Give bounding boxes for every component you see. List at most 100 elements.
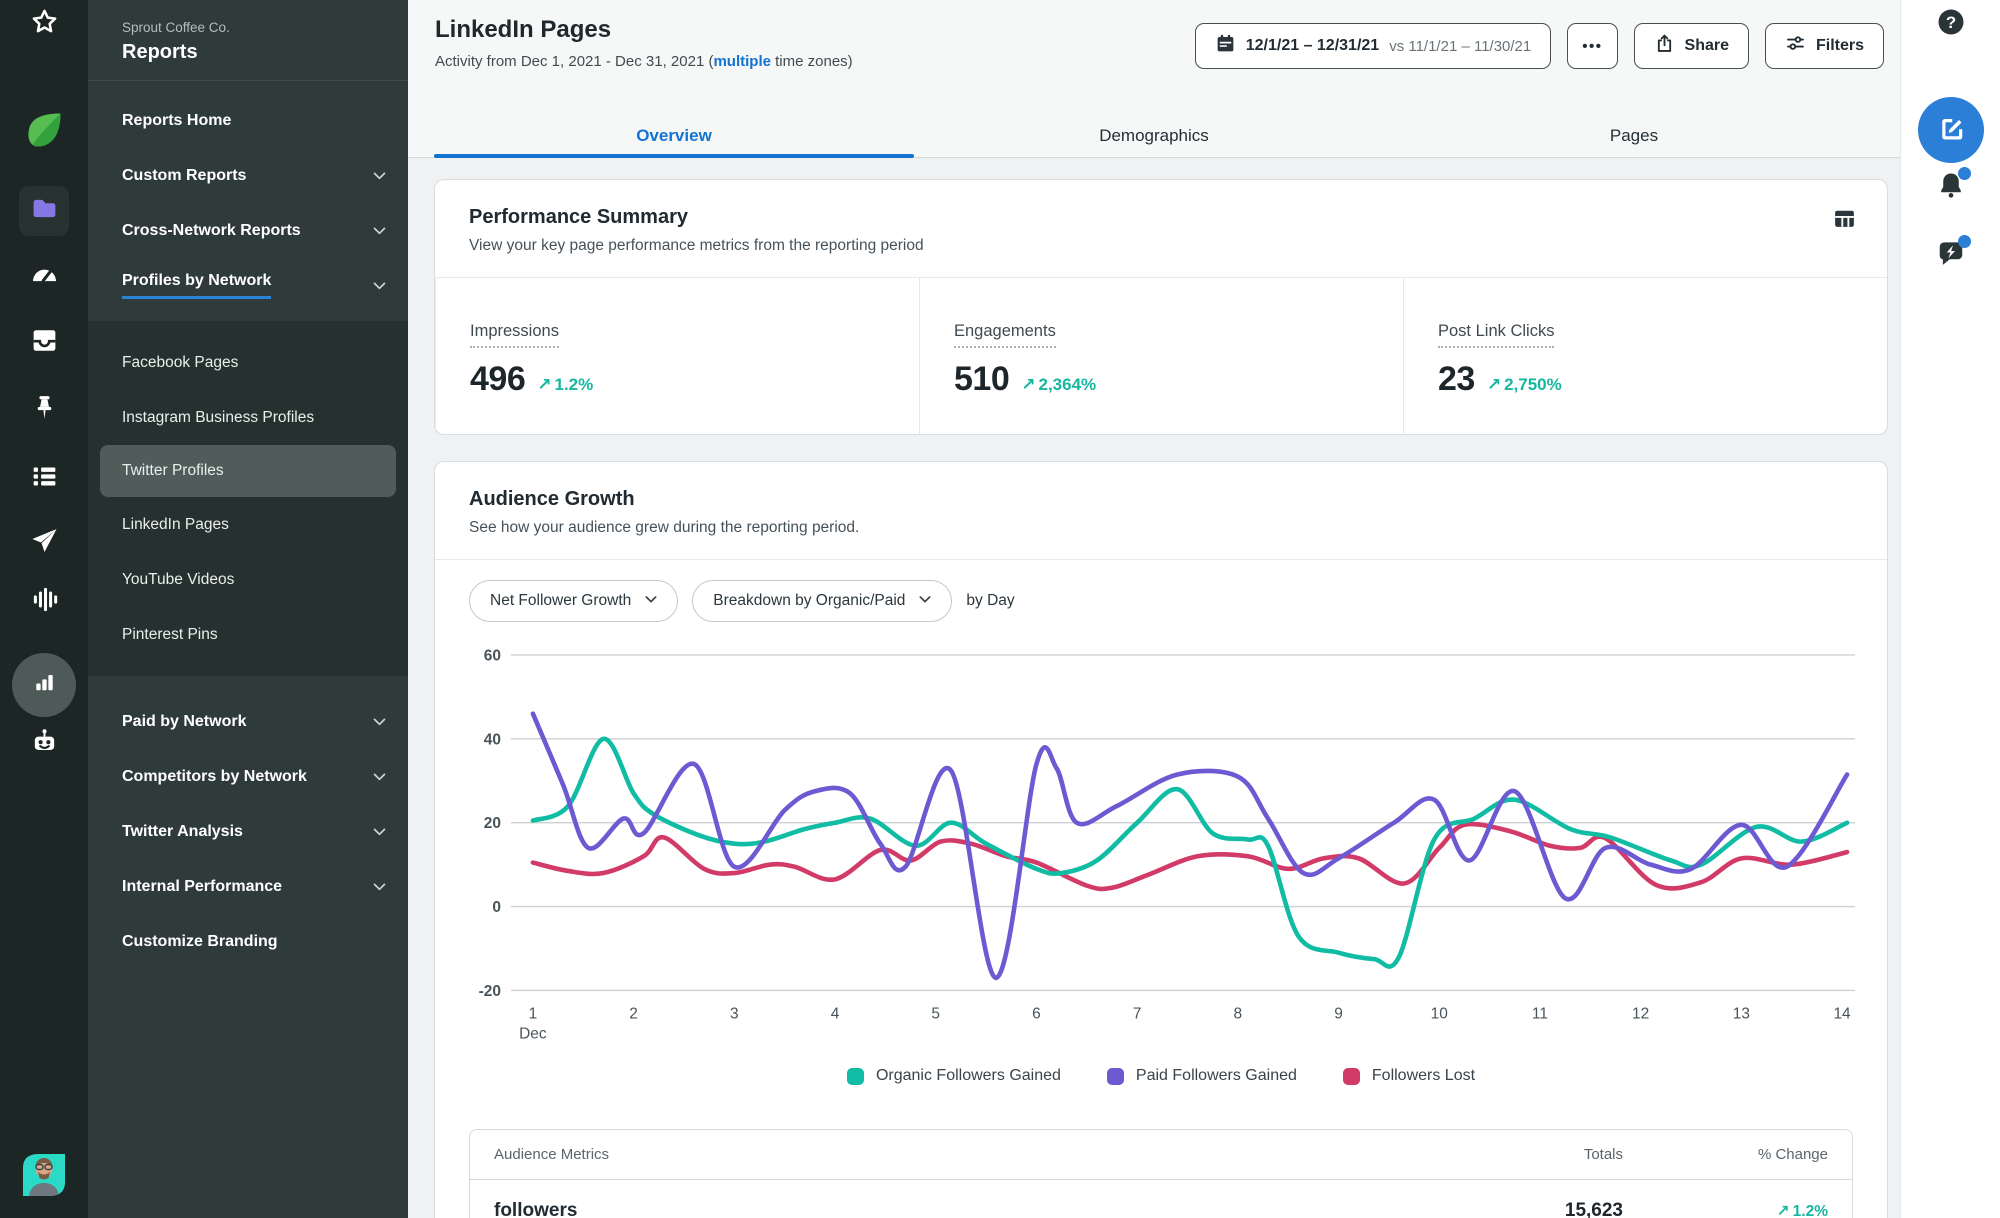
sidebar-nav-top: Reports Home Custom Reports Cross-Networ…: [88, 81, 408, 313]
legend-swatch: [1107, 1068, 1124, 1085]
rail-item-tasks[interactable]: [20, 455, 68, 503]
sidebar-nav-bottom: Paid by Network Competitors by Network T…: [88, 676, 408, 969]
sidebar-item-instagram-business-profiles[interactable]: Instagram Business Profiles: [88, 390, 408, 445]
legend-item-paid-followers-gained[interactable]: Paid Followers Gained: [1107, 1067, 1297, 1085]
legend-swatch: [847, 1068, 864, 1085]
sidebar-item-competitors-by-network[interactable]: Competitors by Network: [88, 749, 408, 804]
utility-item-help[interactable]: ?: [1927, 0, 1975, 48]
svg-text:6: 6: [1032, 1005, 1041, 1022]
row-total: 15,623: [1403, 1200, 1623, 1218]
utility-item-compose[interactable]: [1918, 97, 1984, 163]
utility-item-notifications[interactable]: [1927, 163, 1975, 211]
report-tabs: OverviewDemographicsPages: [408, 115, 1900, 158]
chevron-down-icon: [371, 167, 388, 184]
tab-demographics[interactable]: Demographics: [914, 115, 1394, 157]
user-avatar[interactable]: [21, 1152, 67, 1198]
table-view-icon[interactable]: [1832, 206, 1857, 236]
sidebar-item-pinterest-pins[interactable]: Pinterest Pins: [88, 607, 408, 662]
rail-item-sprout-logo[interactable]: [20, 108, 68, 156]
breakdown-dropdown[interactable]: Breakdown by Organic/Paid: [692, 580, 952, 622]
rail-item-inbox[interactable]: [20, 319, 68, 367]
sidebar-header: Sprout Coffee Co. Reports: [88, 0, 408, 81]
legend-item-followers-lost[interactable]: Followers Lost: [1343, 1067, 1475, 1085]
col-totals: Totals: [1403, 1146, 1623, 1163]
share-icon: [1654, 33, 1675, 59]
share-button[interactable]: Share: [1634, 23, 1749, 69]
svg-text:12: 12: [1632, 1005, 1649, 1022]
header-actions: 12/1/21 – 12/31/21 vs 11/1/21 – 11/30/21…: [1195, 23, 1884, 69]
date-range-button[interactable]: 12/1/21 – 12/31/21 vs 11/1/21 – 11/30/21: [1195, 23, 1552, 69]
chart-controls: Net Follower Growth Breakdown by Organic…: [435, 560, 1887, 628]
sidebar-item-twitter-analysis[interactable]: Twitter Analysis: [88, 804, 408, 859]
timezones-link[interactable]: multiple: [713, 53, 771, 70]
report-body: Performance Summary View your key page p…: [408, 159, 1900, 1218]
audience-growth-card: Audience Growth See how your audience gr…: [434, 461, 1888, 1218]
tab-pages[interactable]: Pages: [1394, 115, 1874, 157]
rail-item-pinned[interactable]: [20, 386, 68, 434]
rail-item-automation[interactable]: [20, 720, 68, 768]
calendar-icon: [1215, 33, 1236, 59]
metric-cell-post-link-clicks: Post Link Clicks 23 ↗2,750%: [1403, 278, 1887, 434]
legend-label: Followers Lost: [1372, 1067, 1475, 1085]
audience-metrics-table: Audience Metrics Totals % Change followe…: [469, 1129, 1853, 1218]
chart-legend: Organic Followers Gained Paid Followers G…: [435, 1067, 1887, 1085]
sidebar-item-cross-network-reports[interactable]: Cross-Network Reports: [88, 203, 408, 258]
sidebar-item-facebook-pages[interactable]: Facebook Pages: [88, 335, 408, 390]
svg-text:13: 13: [1733, 1005, 1750, 1022]
arrow-up-right-icon: ↗: [1487, 375, 1501, 394]
sidebar-item-youtube-videos[interactable]: YouTube Videos: [88, 552, 408, 607]
plane-icon: [30, 526, 59, 560]
legend-label: Organic Followers Gained: [876, 1067, 1061, 1085]
sidebar-item-custom-reports[interactable]: Custom Reports: [88, 148, 408, 203]
more-options-button[interactable]: •••: [1567, 23, 1617, 69]
tab-overview[interactable]: Overview: [434, 115, 914, 157]
metric-label[interactable]: Post Link Clicks: [1438, 322, 1554, 348]
audience-growth-chart: 6040200-201234567891011121314Dec: [435, 628, 1887, 1043]
bars-icon: [30, 668, 59, 702]
audience-growth-subtitle: See how your audience grew during the re…: [469, 519, 859, 537]
rail-item-plan[interactable]: [19, 186, 69, 236]
robot-icon: [30, 727, 59, 761]
table-row-followers: followers 15,623 ↗1.2%: [470, 1180, 1852, 1218]
sidebar-item-customize-branding[interactable]: Customize Branding: [88, 914, 408, 969]
row-metric-label[interactable]: followers: [494, 1200, 577, 1218]
chevron-down-icon: [371, 823, 388, 840]
arrow-up-right-icon: ↗: [537, 375, 551, 394]
rail-item-dashboard[interactable]: [20, 253, 68, 301]
metric-change: ↗2,750%: [1487, 375, 1562, 395]
list-icon: [30, 462, 59, 496]
rail-item-publishing[interactable]: [20, 519, 68, 567]
metric-value: 510: [954, 360, 1009, 399]
sidebar-item-linkedin-pages[interactable]: LinkedIn Pages: [88, 497, 408, 552]
rail-item-reports[interactable]: [12, 653, 76, 717]
sidebar-item-internal-performance[interactable]: Internal Performance: [88, 859, 408, 914]
sidebar-item-paid-by-network[interactable]: Paid by Network: [88, 694, 408, 749]
metric-label[interactable]: Impressions: [470, 322, 559, 348]
svg-text:7: 7: [1133, 1005, 1142, 1022]
svg-text:4: 4: [831, 1005, 840, 1022]
legend-item-organic-followers-gained[interactable]: Organic Followers Gained: [847, 1067, 1061, 1085]
filters-button[interactable]: Filters: [1765, 23, 1884, 69]
metric-dropdown[interactable]: Net Follower Growth: [469, 580, 678, 622]
main-content: LinkedIn Pages Activity from Dec 1, 2021…: [408, 0, 1900, 1218]
bell-icon: [1936, 170, 1966, 205]
metric-cell-impressions: Impressions 496 ↗1.2%: [435, 278, 919, 434]
metric-label[interactable]: Engagements: [954, 322, 1056, 348]
svg-text:40: 40: [484, 731, 501, 748]
sidebar-item-profiles-by-network[interactable]: Profiles by Network: [88, 258, 408, 313]
rail-item-favorites[interactable]: [20, 0, 68, 48]
chevron-down-icon: [917, 591, 933, 612]
svg-text:2: 2: [629, 1005, 638, 1022]
summary-metrics: Impressions 496 ↗1.2% Engagements 510 ↗2…: [435, 277, 1887, 434]
svg-text:20: 20: [484, 815, 501, 832]
gauge-icon: [30, 260, 59, 294]
rail-item-listening[interactable]: [20, 578, 68, 626]
sidebar-item-twitter-profiles[interactable]: Twitter Profiles: [100, 445, 396, 497]
chevron-down-icon: [643, 591, 659, 612]
by-day-label: by Day: [966, 592, 1014, 610]
svg-text:8: 8: [1234, 1005, 1243, 1022]
svg-text:0: 0: [492, 899, 501, 916]
utility-item-whats-new[interactable]: [1927, 231, 1975, 279]
star-icon: [30, 7, 59, 41]
sidebar-item-reports-home[interactable]: Reports Home: [88, 93, 408, 148]
